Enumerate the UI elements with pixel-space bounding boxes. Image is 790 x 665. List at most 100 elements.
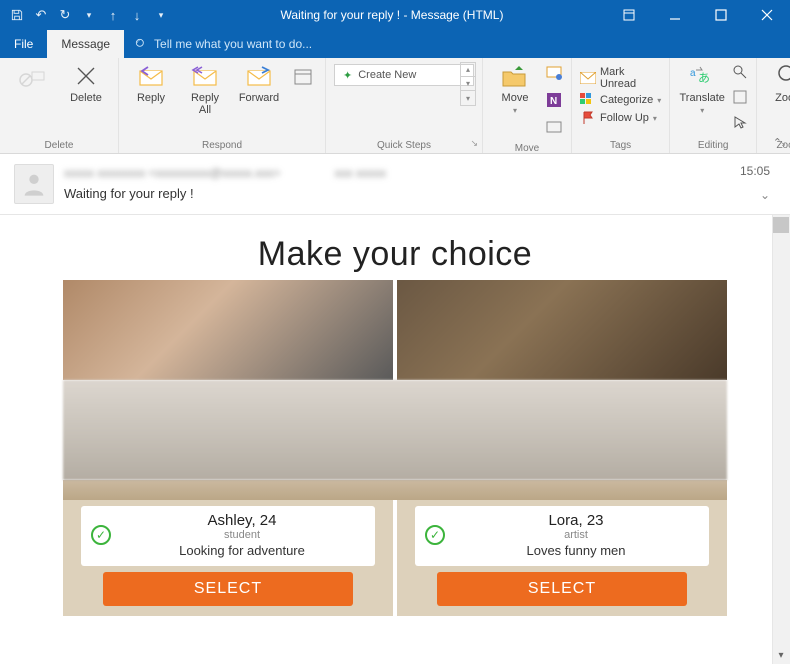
profile-name: Lora, 23 [453, 512, 699, 529]
undo-icon[interactable]: ↶ [32, 6, 50, 24]
onenote-icon[interactable]: N [545, 91, 563, 114]
select-button-2[interactable]: SELECT [437, 572, 687, 606]
select-button-1[interactable]: SELECT [103, 572, 353, 606]
chevron-down-icon: ▾ [513, 106, 517, 115]
qs-scroll-down[interactable]: ▾ [461, 77, 475, 91]
profile-name: Ashley, 24 [119, 512, 365, 529]
profile-photo-2 [397, 280, 727, 380]
profile-card-2: ✓ Lora, 23 artist Loves funny men SELECT [397, 500, 727, 616]
qs-scroll-up[interactable]: ▴ [461, 63, 475, 77]
reply-all-button[interactable]: Reply All [181, 62, 229, 116]
group-move: Move ▾ N Move [483, 58, 572, 153]
scrollbar-thumb[interactable] [773, 217, 789, 233]
tab-file[interactable]: File [0, 30, 47, 58]
junk-icon [16, 62, 48, 90]
profile-card-1: ✓ Ashley, 24 student Looking for adventu… [63, 500, 393, 616]
quick-step-create-new[interactable]: ✦Create New [334, 64, 474, 86]
message-header: xxxxx xxxxxxxx <xxxxxxxxx@xxxxx.xxx> xxx… [0, 154, 790, 215]
find-icon[interactable] [732, 64, 748, 85]
follow-up-button[interactable]: Follow Up ▾ [580, 110, 661, 126]
message-body: ▴ ▾ Make your choice ✓ Ashley, 24 studen… [0, 215, 790, 664]
delete-icon [70, 62, 102, 90]
group-respond: Reply Reply All Forward Respond [119, 58, 326, 153]
card-row: ✓ Ashley, 24 student Looking for adventu… [30, 500, 760, 616]
verified-icon: ✓ [91, 525, 111, 545]
sender-address: xxxxx xxxxxxxx <xxxxxxxxx@xxxxx.xxx> [64, 166, 280, 180]
translate-icon: aあ [686, 62, 718, 90]
chevron-down-icon: ▾ [700, 106, 704, 115]
move-folder-icon [499, 62, 531, 90]
profile-tagline: Looking for adventure [119, 543, 365, 558]
more-respond-button[interactable] [289, 62, 317, 90]
categorize-icon [580, 92, 596, 108]
quick-access-toolbar: ↶ ↻ ▾ ↑ ↓ ▾ [0, 6, 178, 24]
related-icon[interactable] [732, 89, 748, 110]
group-quick-steps: ✦Create New ▴ ▾ ▾ Quick Steps ↘ [326, 58, 483, 153]
tab-message[interactable]: Message [47, 30, 124, 58]
reply-icon [135, 62, 167, 90]
select-icon[interactable] [732, 114, 748, 135]
profile-photo-1 [63, 280, 393, 380]
chevron-down-icon[interactable]: ▾ [80, 6, 98, 24]
expand-header-icon[interactable]: ⌄ [760, 188, 770, 202]
maximize-button[interactable] [698, 0, 744, 30]
window-title: Waiting for your reply ! - Message (HTML… [178, 8, 606, 22]
reply-button[interactable]: Reply [127, 62, 175, 104]
categorize-button[interactable]: Categorize ▾ [580, 92, 661, 108]
rules-icon[interactable] [545, 64, 563, 87]
forward-button[interactable]: Forward [235, 62, 283, 104]
actions-icon[interactable] [545, 118, 563, 141]
redo-icon[interactable]: ↻ [56, 6, 74, 24]
group-editing: aあ Translate ▾ Editing [670, 58, 757, 153]
mark-unread-button[interactable]: Mark Unread [580, 66, 661, 90]
close-button[interactable] [744, 0, 790, 30]
save-icon[interactable] [8, 6, 26, 24]
unread-icon [580, 70, 596, 86]
profile-info-1: ✓ Ashley, 24 student Looking for adventu… [81, 506, 375, 566]
delete-button[interactable]: Delete [62, 62, 110, 104]
ribbon-display-icon[interactable] [606, 0, 652, 30]
profile-info-2: ✓ Lora, 23 artist Loves funny men [415, 506, 709, 566]
photo-lower-strip [63, 480, 727, 500]
photo-row [30, 280, 760, 380]
svg-text:a: a [690, 68, 696, 79]
verified-icon: ✓ [425, 525, 445, 545]
sender-avatar [14, 164, 54, 204]
message-subject: Waiting for your reply ! [64, 186, 776, 201]
meeting-icon [287, 62, 319, 90]
prev-icon[interactable]: ↓ [128, 6, 146, 24]
email-headline: Make your choice [30, 235, 760, 274]
scrollbar[interactable]: ▴ ▾ [772, 215, 790, 664]
tell-me-search[interactable]: Tell me what you want to do... [124, 30, 322, 58]
email-content: Make your choice ✓ Ashley, 24 student Lo… [0, 215, 790, 616]
profile-role: student [119, 529, 365, 541]
touch-mode-icon[interactable]: ↑ [104, 6, 122, 24]
minimize-button[interactable] [652, 0, 698, 30]
flag-icon [580, 110, 596, 126]
svg-text:N: N [550, 96, 557, 107]
qs-dialog-launcher-icon[interactable]: ↘ [470, 138, 478, 149]
forward-icon [243, 62, 275, 90]
window-controls [606, 0, 790, 30]
reply-all-icon [189, 62, 221, 90]
message-time: 15:05 [740, 164, 770, 178]
tell-me-placeholder: Tell me what you want to do... [154, 37, 312, 51]
star-icon: ✦ [343, 69, 352, 82]
scroll-down-icon[interactable]: ▾ [772, 646, 790, 664]
censored-band [63, 380, 727, 480]
svg-text:あ: あ [698, 71, 710, 85]
junk-button [8, 62, 56, 90]
move-button[interactable]: Move ▾ [491, 62, 539, 115]
profile-role: artist [453, 529, 699, 541]
qs-gallery[interactable]: ▾ [461, 91, 475, 105]
profile-tagline: Loves funny men [453, 543, 699, 558]
ribbon-tabs: File Message Tell me what you want to do… [0, 30, 790, 58]
recipient: xxx xxxxx [335, 166, 386, 180]
translate-button[interactable]: aあ Translate ▾ [678, 62, 726, 115]
qat-customize-icon[interactable]: ▾ [152, 6, 170, 24]
group-tags: Mark Unread Categorize ▾ Follow Up ▾ Tag… [572, 58, 670, 153]
zoom-button[interactable]: Zoom [765, 62, 790, 104]
ribbon: Delete Delete Reply Reply All Forward Re… [0, 58, 790, 154]
collapse-ribbon-icon[interactable]: ⌃ [773, 136, 782, 149]
title-bar: ↶ ↻ ▾ ↑ ↓ ▾ Waiting for your reply ! - M… [0, 0, 790, 30]
